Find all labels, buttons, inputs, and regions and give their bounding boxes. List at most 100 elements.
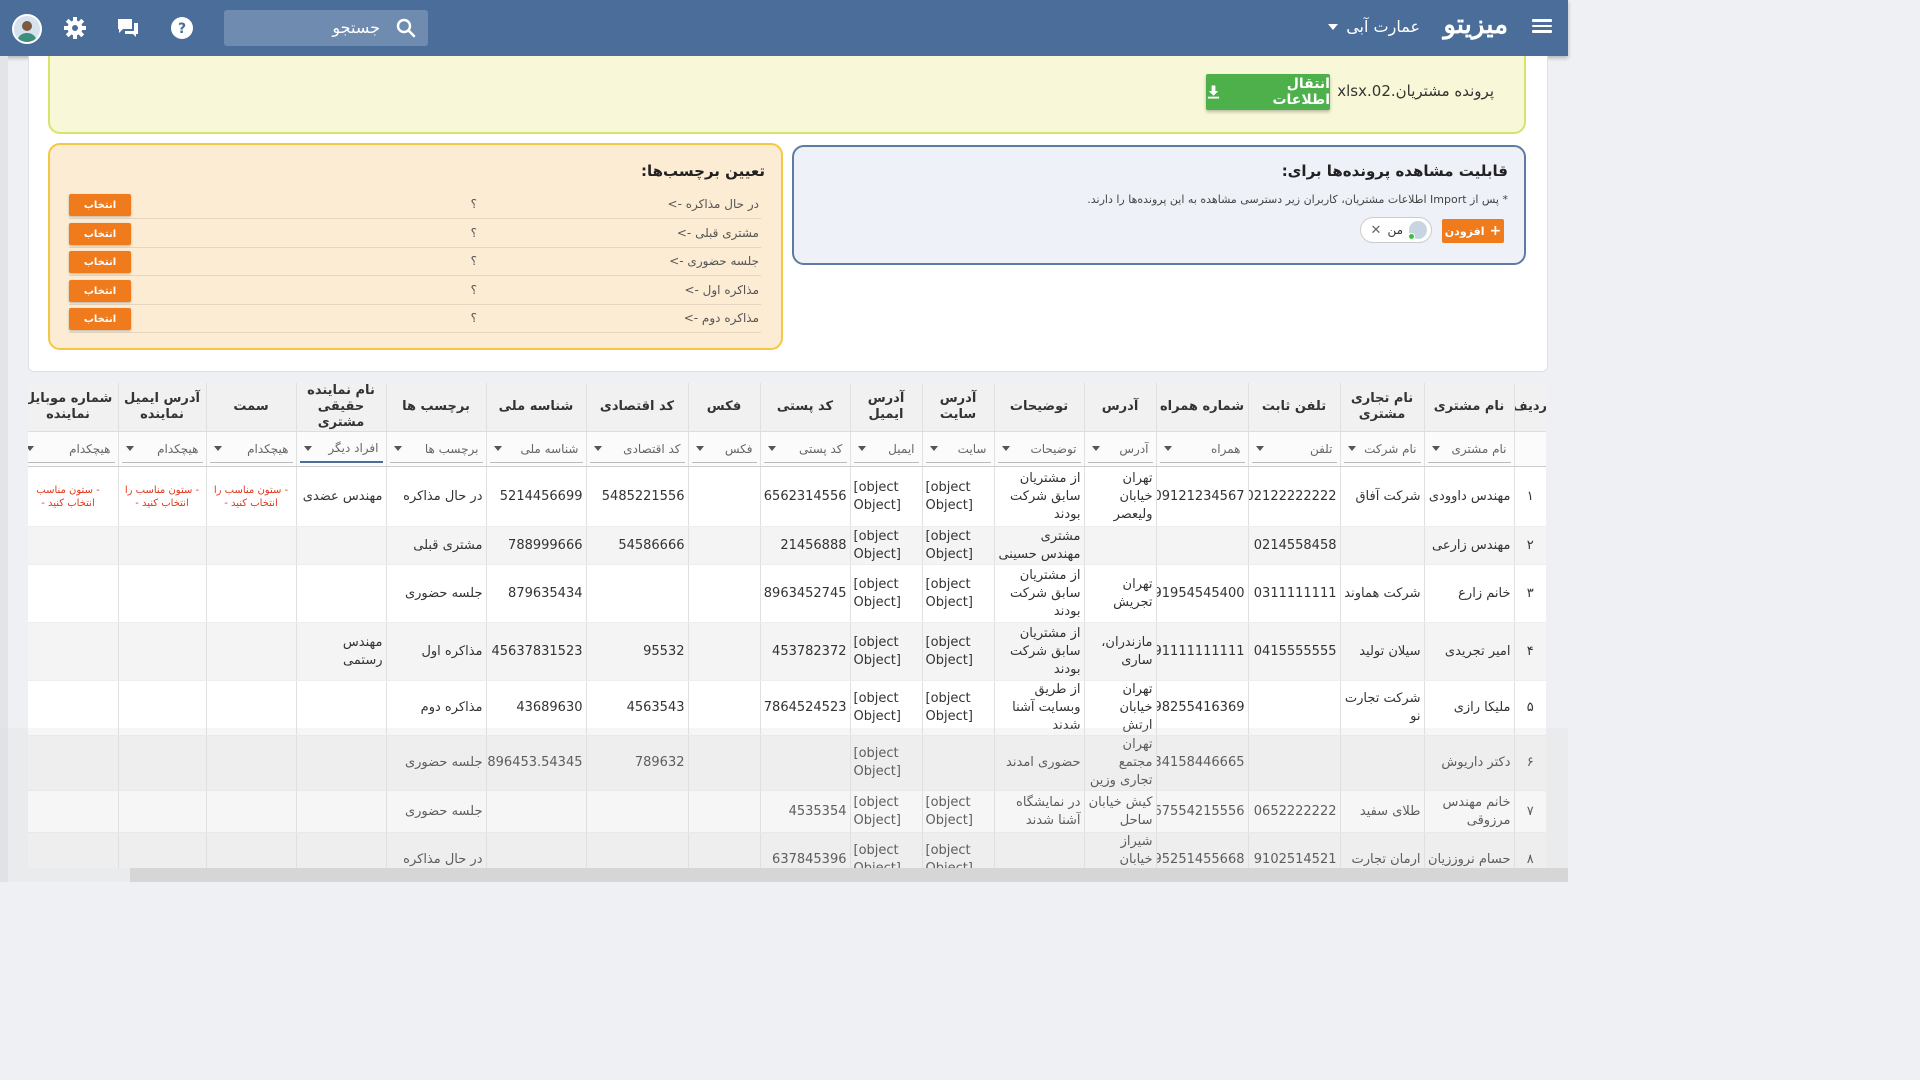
column-filter-cell	[1513, 431, 1546, 467]
column-mapping-select[interactable]: هیچکدام	[121, 435, 203, 463]
column-mapping-select[interactable]: کد پستی	[763, 435, 847, 463]
table-cell: 9102514521	[1247, 832, 1340, 868]
table-cell	[993, 832, 1084, 868]
column-header: تلفن ثابت	[1247, 383, 1340, 432]
column-filter-cell: کد اقتصادی	[585, 431, 688, 467]
column-mapping-value: توضیحات	[1030, 441, 1077, 456]
table-cell: 8963452745	[759, 564, 850, 623]
column-header: آدرس ایمیل	[849, 383, 922, 432]
table-cell: - ستون مناسب را انتخاب کنید -	[117, 466, 206, 527]
table-cell	[687, 832, 760, 868]
table-cell: - ستون مناسب انتخاب کنید -	[28, 466, 118, 527]
tag-value: ؟	[470, 197, 477, 211]
table-cell: جلسه حضوری	[385, 790, 486, 833]
table-cell: تهران خیابان ارتش	[1083, 680, 1156, 736]
table-cell: مهندس زارعی	[1423, 526, 1514, 565]
column-mapping-value: تلفن	[1309, 441, 1333, 456]
help-icon[interactable]: ?	[170, 16, 194, 40]
select-tag-button[interactable]: انتخاب	[69, 280, 131, 302]
column-mapping-select[interactable]: هیچکدام	[209, 435, 293, 463]
table-cell: [object Object]	[849, 680, 922, 736]
column-mapping-select[interactable]: سایت	[925, 435, 991, 463]
table-cell: [object Object]	[921, 526, 994, 565]
org-selector[interactable]: عمارت آبی	[1328, 17, 1420, 36]
table-cell: مهندس رستمی	[295, 622, 386, 681]
column-mapping-select[interactable]: کد اقتصادی	[589, 435, 685, 463]
user-avatar[interactable]	[12, 14, 42, 44]
column-header: شماره همراه	[1155, 383, 1248, 432]
column-mapping-select[interactable]: برچسب ها	[389, 435, 483, 463]
column-header: نام نماینده حقیقی مشتری	[295, 383, 386, 432]
table-cell: 21456888	[759, 526, 850, 565]
table-cell: 0214558458	[1247, 526, 1340, 565]
table-cell: شرکت تجارت نو	[1339, 680, 1424, 736]
table-cell	[117, 790, 206, 833]
chat-icon[interactable]	[116, 16, 140, 40]
column-mapping-select[interactable]: نام شرکت	[1343, 435, 1421, 463]
column-header: نام تجاری مشتری	[1339, 383, 1424, 432]
column-mapping-select[interactable]: فکس	[691, 435, 757, 463]
select-tag-button[interactable]: انتخاب	[69, 308, 131, 330]
tag-row: جلسه حضوری -> ؟ انتخاب	[69, 247, 761, 276]
table-cell: [object Object]	[849, 466, 922, 527]
table-cell: در حال مذاکره	[385, 466, 486, 527]
column-mapping-select[interactable]: شناسه ملی	[489, 435, 583, 463]
hamburger-menu-icon[interactable]	[1530, 16, 1554, 40]
table-cell	[295, 832, 386, 868]
chevron-down-icon	[28, 446, 34, 451]
table-cell	[759, 735, 850, 791]
column-mapping-select[interactable]: همراه	[1159, 435, 1245, 463]
chevron-down-icon	[1328, 23, 1339, 30]
table-cell	[295, 680, 386, 736]
table-cell	[295, 790, 386, 833]
gear-icon[interactable]	[63, 16, 87, 40]
table-cell: [object Object]	[849, 526, 922, 565]
column-filter-cell: سایت	[921, 431, 994, 467]
plus-icon: +	[1489, 223, 1502, 239]
horizontal-scrollbar[interactable]	[130, 868, 1568, 882]
table-cell: از مشتریان سابق شرکت بودند	[993, 622, 1084, 681]
select-tag-button[interactable]: انتخاب	[69, 194, 131, 216]
online-status-icon	[1408, 233, 1415, 240]
column-mapping-select[interactable]: ایمیل	[853, 435, 919, 463]
visibility-box: قابلیت مشاهده پرونده‌ها برای: * پس از Im…	[792, 145, 1526, 265]
chevron-down-icon	[125, 446, 134, 451]
search-input[interactable]: جستجو	[224, 10, 428, 46]
column-mapping-select[interactable]: نام مشتری	[1427, 435, 1511, 463]
column-header: برچسب ها	[385, 383, 486, 432]
chevron-down-icon	[1091, 446, 1100, 451]
table-cell: ارمان تجارت	[1339, 832, 1424, 868]
column-mapping-select[interactable]: آدرس	[1087, 435, 1153, 463]
user-chip: من ✕	[1360, 217, 1432, 243]
add-user-button[interactable]: + افزودن	[1442, 219, 1504, 243]
select-tag-button[interactable]: انتخاب	[69, 251, 131, 273]
transfer-data-button[interactable]: انتقال اطلاعات	[1206, 74, 1330, 110]
table-cell: ۶	[1513, 735, 1546, 791]
select-tag-button[interactable]: انتخاب	[69, 223, 131, 245]
left-scrollbar[interactable]	[0, 56, 8, 882]
table-cell	[1083, 526, 1156, 565]
tag-name: مشتری قبلی ->	[676, 226, 759, 240]
table-cell: مشتری مهندس حسینی	[993, 526, 1084, 565]
column-mapping-value: شناسه ملی	[520, 441, 579, 456]
column-mapping-select[interactable]: تلفن	[1251, 435, 1337, 463]
column-mapping-value: برچسب ها	[424, 441, 479, 456]
table-cell: خانم مهندس مرزوقی	[1423, 790, 1514, 833]
table-cell: تهران خیابان ولیعصر	[1083, 466, 1156, 527]
column-mapping-value: سایت	[957, 441, 987, 456]
app-logo[interactable]: میزیتو	[1443, 10, 1508, 40]
column-mapping-select[interactable]: افراد دیگر	[299, 435, 383, 463]
table-cell: کیش خیابان ساحل	[1083, 790, 1156, 833]
remove-chip-icon[interactable]: ✕	[1371, 223, 1382, 238]
table-cell: ۸	[1513, 832, 1546, 868]
column-filter-cell: تلفن	[1247, 431, 1340, 467]
table-cell: ۲	[1513, 526, 1546, 565]
table-cell: سیلان تولید	[1339, 622, 1424, 681]
table-cell: تهران مجتمع تجاری وزین	[1083, 735, 1156, 791]
table-cell	[205, 735, 296, 791]
top-navbar: میزیتو عمارت آبی جستجو ?	[0, 0, 1568, 56]
org-name: عمارت آبی	[1346, 17, 1420, 36]
column-mapping-select[interactable]: توضیحات	[997, 435, 1081, 463]
column-mapping-select[interactable]: هیچکدام	[28, 435, 115, 463]
table-cell	[1339, 735, 1424, 791]
